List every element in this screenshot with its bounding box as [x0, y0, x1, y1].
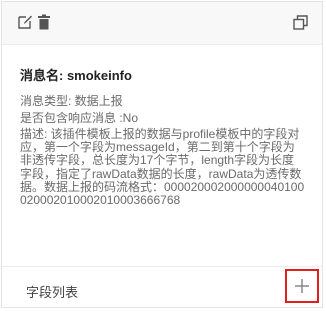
message-card: 消息名: smokeinfo 消息类型: 数据上报 是否包含响应消息 :No 描… [1, 1, 323, 308]
edit-icon[interactable] [17, 14, 33, 30]
plus-icon [295, 279, 309, 293]
card-toolbar [2, 2, 322, 45]
field-list-label: 字段列表 [26, 285, 79, 300]
message-name: 消息名: smokeinfo [20, 68, 132, 83]
trash-icon[interactable] [37, 14, 51, 30]
message-description: 描述: 该插件模板上报的数据与profile模板中的字段对应，第一个字段为mes… [20, 127, 305, 208]
add-field-button[interactable] [285, 269, 319, 303]
message-type: 消息类型: 数据上报 [20, 94, 123, 108]
message-response-flag: 是否包含响应消息 :No [20, 111, 139, 125]
divider [2, 266, 322, 267]
restore-window-icon[interactable] [293, 15, 308, 30]
